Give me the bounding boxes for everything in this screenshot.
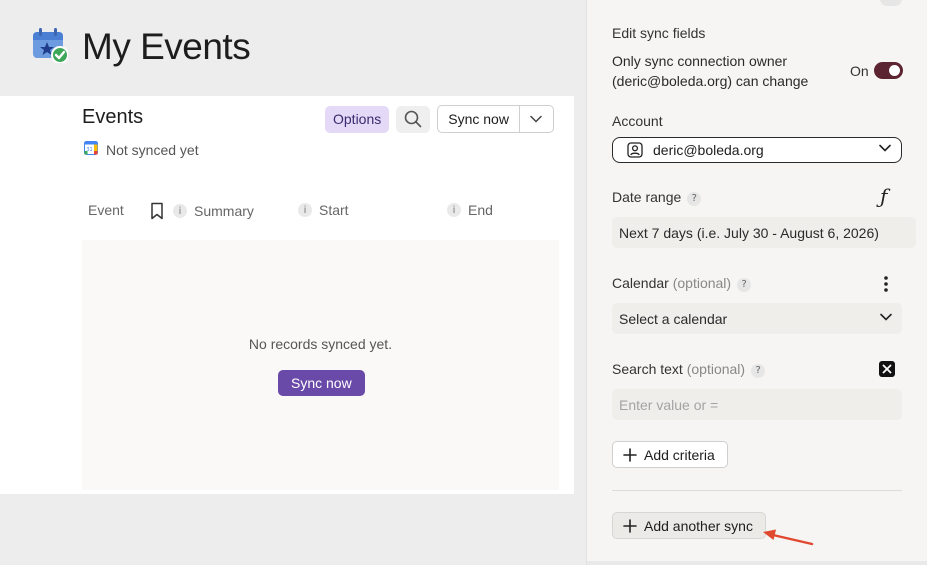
options-button[interactable]: Options	[325, 105, 390, 133]
date-range-label-text: Date range	[612, 189, 682, 205]
close-icon	[882, 364, 892, 374]
column-header-start[interactable]: i Start	[298, 202, 349, 218]
column-header-label: Start	[319, 202, 349, 218]
info-icon: i	[173, 204, 187, 218]
card-toolbar: Options Sync now	[325, 105, 554, 133]
plus-icon	[623, 518, 637, 533]
sync-status: 31 Not synced yet	[84, 141, 199, 158]
sync-settings-panel: Edit sync fields Only sync connection ow…	[586, 0, 927, 565]
bookmark-icon[interactable]	[150, 202, 164, 220]
help-icon[interactable]: ?	[737, 277, 752, 292]
column-header-label: Event	[88, 202, 124, 218]
events-title: Events	[82, 106, 144, 128]
add-criteria-label: Add criteria	[644, 446, 715, 463]
more-options-icon[interactable]	[884, 276, 888, 292]
google-calendar-icon: 31	[84, 141, 98, 158]
account-label: Account	[612, 113, 663, 129]
section-divider	[612, 490, 902, 491]
search-text-input[interactable]	[612, 389, 902, 420]
chevron-down-icon	[880, 313, 892, 321]
search-text-label: Search text (optional)?	[612, 361, 766, 378]
calendar-check-icon	[32, 27, 69, 68]
calendar-label: Calendar (optional)?	[612, 275, 752, 292]
search-button[interactable]	[396, 105, 431, 133]
account-select[interactable]: deric@boleda.org	[612, 137, 902, 163]
column-header-summary[interactable]: i Summary	[150, 202, 254, 220]
formula-icon[interactable]: ƒ	[880, 184, 887, 208]
sync-now-button[interactable]: Sync now	[278, 370, 365, 396]
sync-options-dropdown[interactable]	[520, 106, 553, 132]
help-icon[interactable]: ?	[751, 363, 766, 378]
remove-field-button[interactable]	[879, 361, 895, 377]
date-range-field[interactable]: Next 7 days (i.e. July 30 - August 6, 20…	[612, 217, 916, 248]
add-criteria-button[interactable]: Add criteria	[612, 441, 728, 468]
calendar-select[interactable]: Select a calendar	[612, 303, 902, 334]
chevron-down-icon	[879, 144, 891, 152]
optional-tag: (optional)	[672, 275, 732, 291]
search-icon	[404, 110, 422, 128]
table-column-headers: Event i Summary i Start i End	[82, 200, 558, 222]
empty-state-message: No records synced yet.	[248, 336, 393, 352]
user-icon	[627, 142, 643, 158]
empty-state: No records synced yet. Sync now	[82, 240, 559, 490]
date-range-label: Date range?	[612, 189, 702, 206]
sync-now-toolbar-button[interactable]: Sync now	[438, 106, 520, 132]
column-header-label: Summary	[194, 203, 254, 219]
info-icon: i	[298, 203, 312, 217]
chevron-down-icon	[530, 115, 543, 123]
page-title: My Events	[82, 26, 251, 67]
column-header-event[interactable]: Event	[88, 202, 124, 218]
owner-only-toggle[interactable]: On	[850, 62, 903, 79]
calendar-badge: 31	[86, 147, 92, 153]
events-card: Events 31 Not synced yet Options Sync no…	[0, 96, 574, 494]
help-icon[interactable]: ?	[687, 191, 702, 206]
sync-status-label: Not synced yet	[106, 141, 199, 158]
calendar-select-value: Select a calendar	[619, 310, 728, 327]
optional-tag: (optional)	[686, 361, 746, 377]
toggle-knob	[888, 65, 900, 76]
account-value: deric@boleda.org	[653, 142, 764, 158]
column-header-label: End	[468, 202, 493, 218]
panel-top-pill	[880, 0, 902, 6]
plus-icon	[623, 447, 637, 462]
add-another-sync-button[interactable]: Add another sync	[612, 512, 766, 539]
toggle-switch[interactable]	[873, 62, 903, 79]
edit-sync-fields-label: Edit sync fields	[612, 25, 706, 41]
calendar-label-text: Calendar	[612, 275, 669, 291]
sync-now-split-button: Sync now	[437, 105, 554, 133]
toggle-label: On	[850, 62, 869, 79]
add-another-sync-label: Add another sync	[644, 517, 753, 534]
column-header-end[interactable]: i End	[447, 202, 493, 218]
annotation-arrow-icon	[763, 529, 814, 546]
owner-note: Only sync connection owner (deric@boleda…	[612, 53, 809, 89]
page-header: My Events	[32, 26, 251, 68]
panel-bottom-strip	[587, 561, 927, 565]
search-text-label-text: Search text	[612, 361, 683, 377]
info-icon: i	[447, 203, 461, 217]
